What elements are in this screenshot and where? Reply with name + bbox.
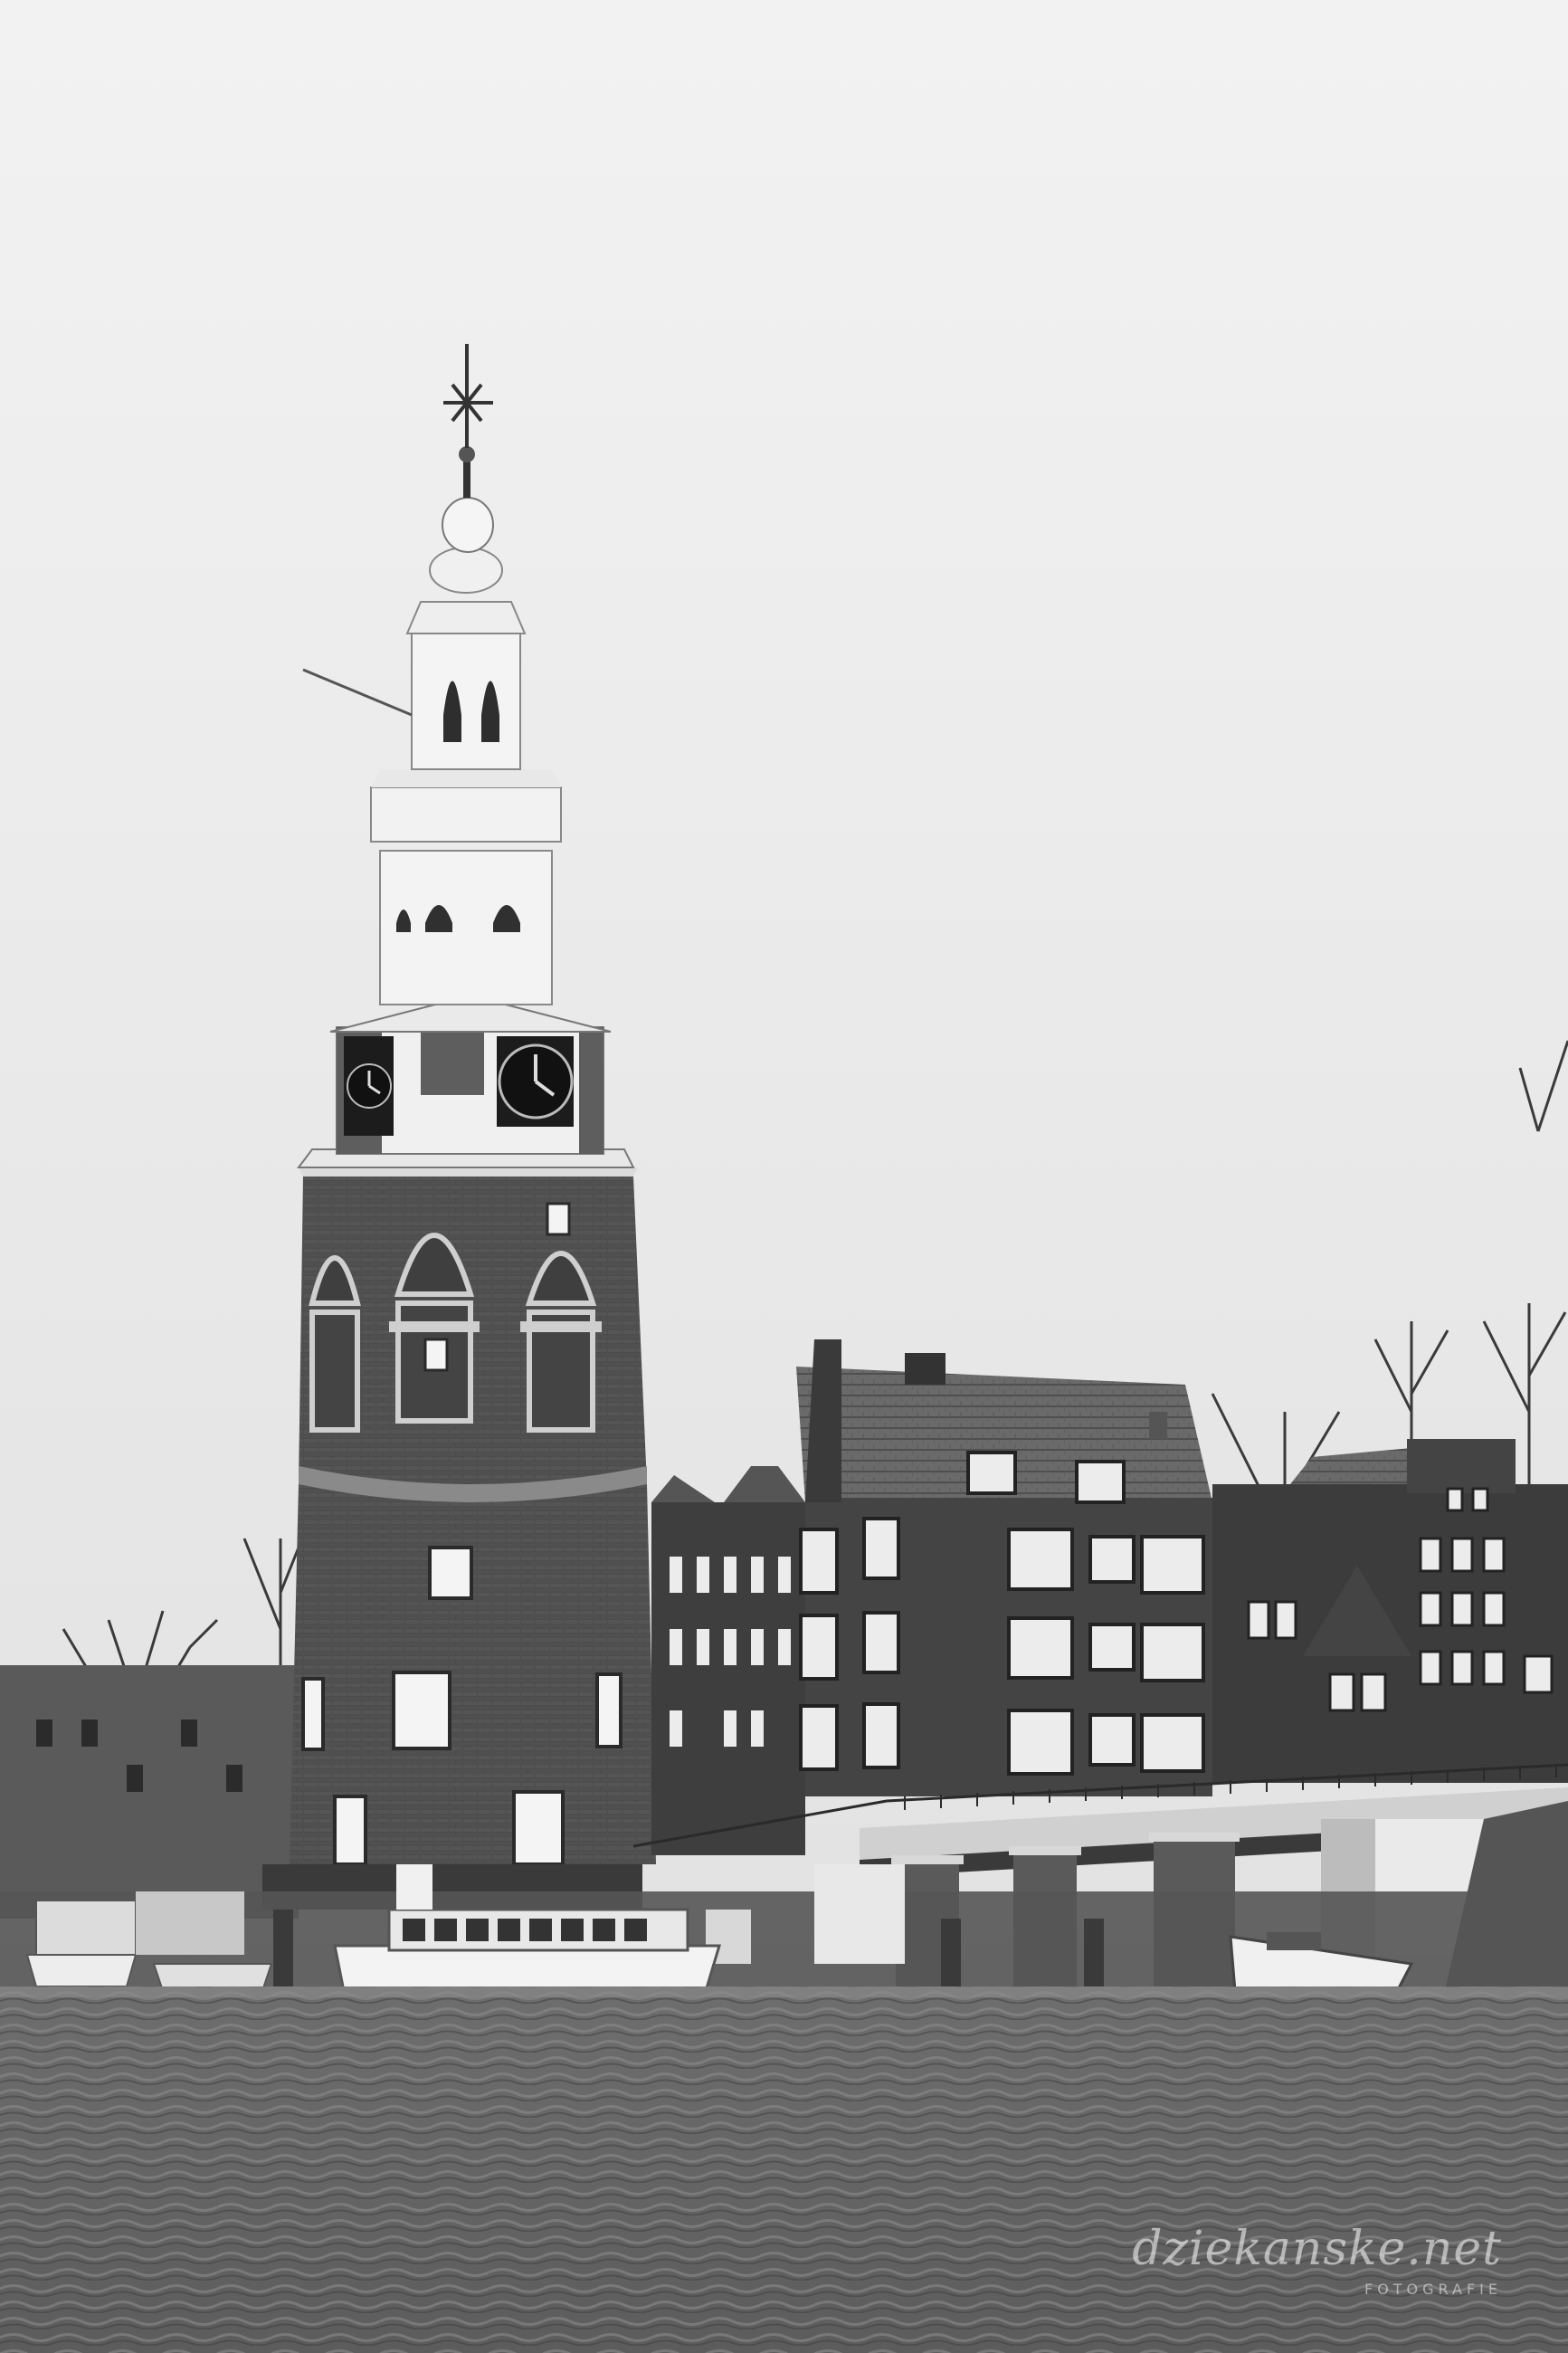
photo-scene <box>0 0 1568 2353</box>
canal-houses-middle <box>651 1466 805 1855</box>
clock-icon <box>497 1036 574 1127</box>
montelbaans-tower <box>262 1167 656 1910</box>
watermark: dziekanske.net <box>1132 2222 1502 2276</box>
canal-houses-right <box>1212 1439 1568 1783</box>
buildings-far-left <box>0 1665 299 1919</box>
watermark-subtext: FOTOGRAFIE <box>1364 2281 1502 2298</box>
clock-icon <box>344 1036 394 1136</box>
corner-house <box>796 1339 1212 1796</box>
